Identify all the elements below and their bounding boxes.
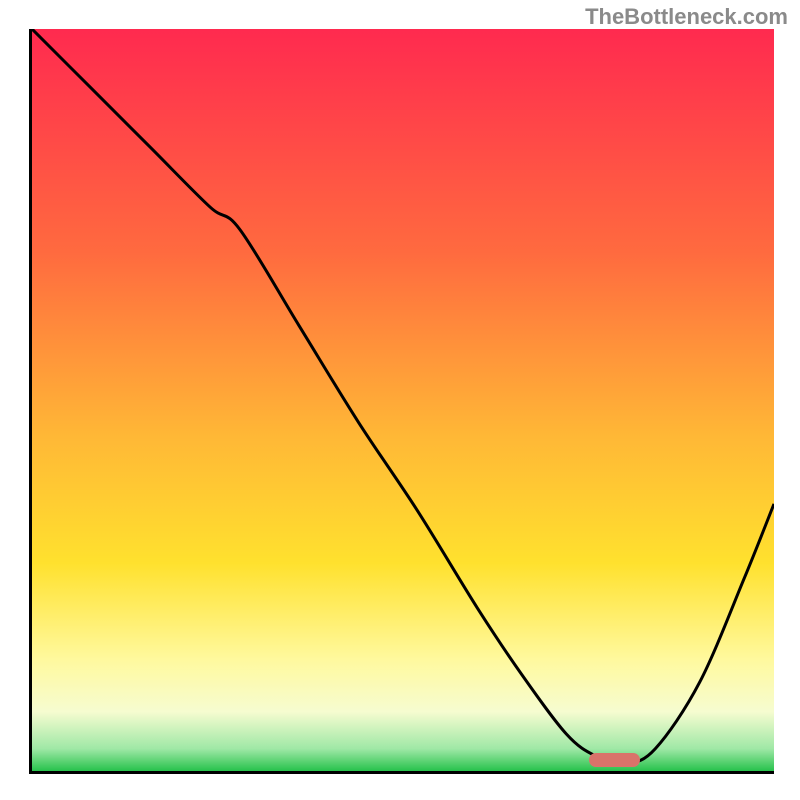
optimal-marker — [589, 753, 641, 767]
watermark-text: TheBottleneck.com — [585, 4, 788, 30]
chart-container: TheBottleneck.com — [0, 0, 800, 800]
plot-area — [29, 29, 774, 774]
gradient-background — [32, 29, 774, 771]
